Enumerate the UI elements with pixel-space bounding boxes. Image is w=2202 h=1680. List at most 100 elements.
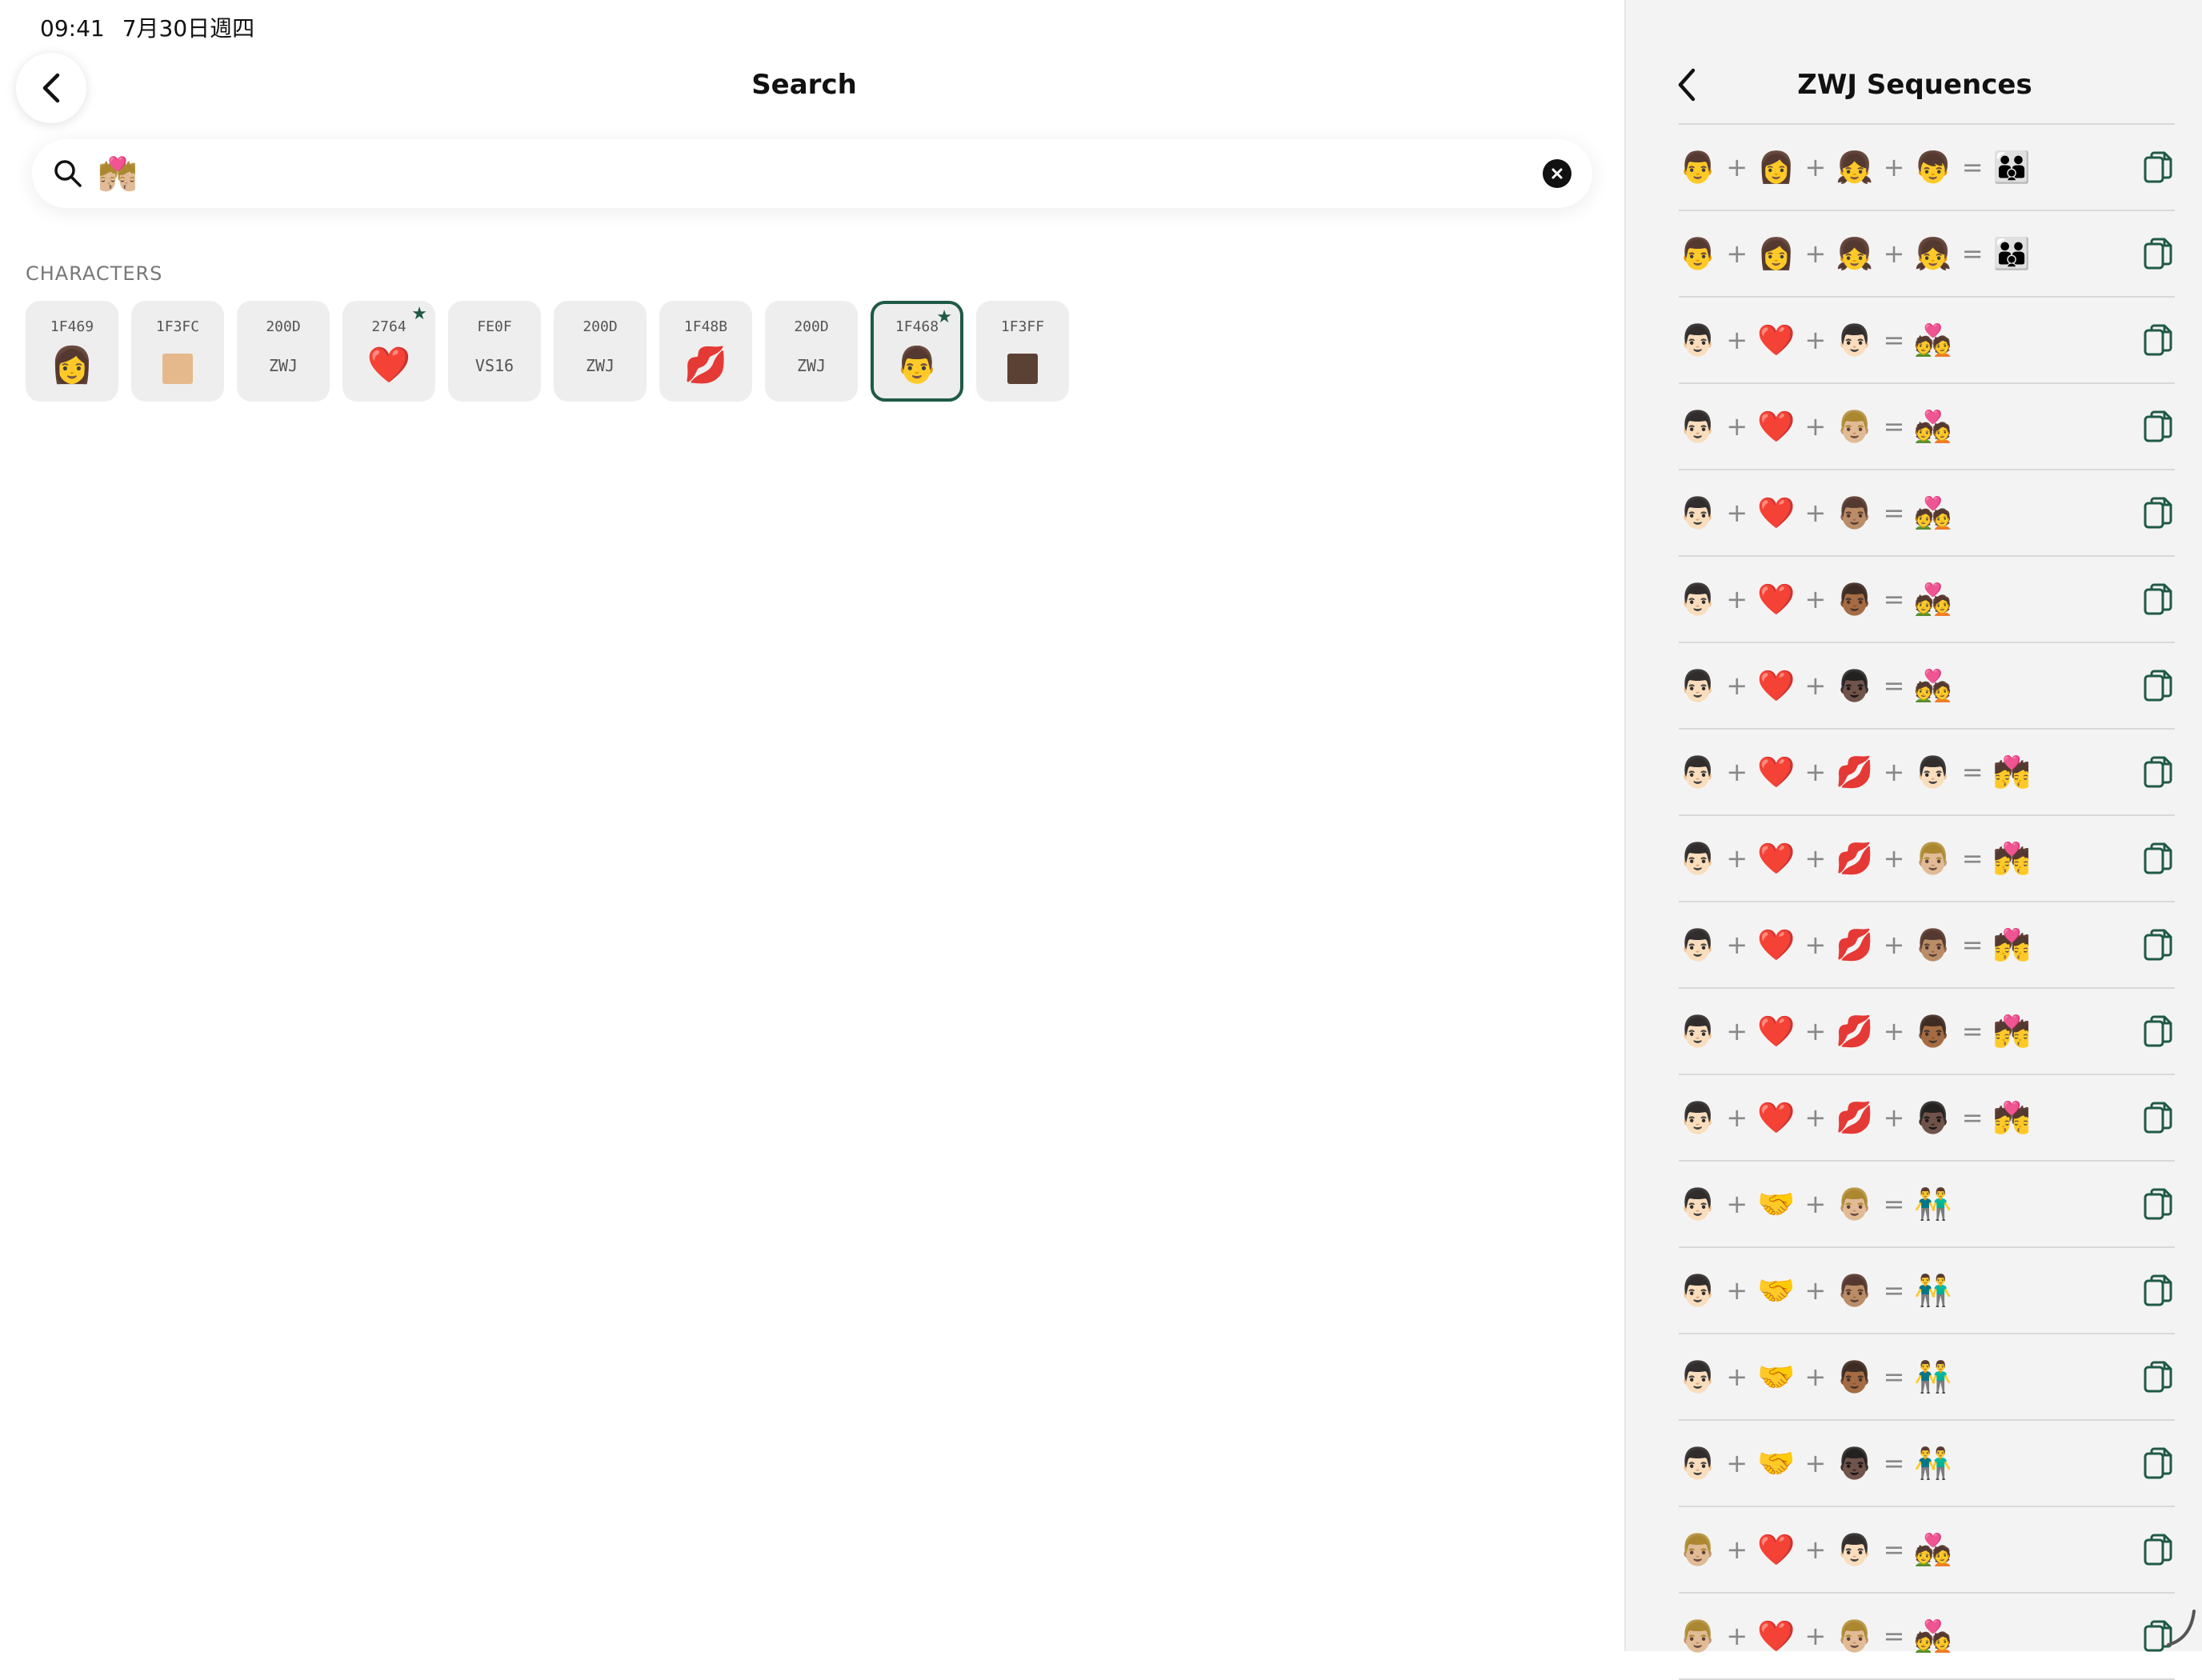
sequence-components: 👨🏻 + ❤️ + 👨🏼 = 💑 [1679,409,1952,444]
sequence-part: 💋 [1836,754,1874,790]
star-icon: ★ [411,304,427,324]
copy-button[interactable] [2143,1446,2173,1485]
sequence-row[interactable]: 👨🏻 + 🤝 + 👨🏽 = 👬 [1679,1248,2175,1334]
char-tile[interactable]: 1F469 👩 [26,301,118,402]
sequence-part: 💋 [1836,841,1874,876]
plus-operator: + [1804,670,1827,701]
copy-button[interactable] [2143,669,2173,707]
sequence-row[interactable]: 👨🏻 + 🤝 + 👨🏼 = 👬 [1679,1162,2175,1248]
copy-button[interactable] [2143,410,2173,448]
sequence-row[interactable]: 👨🏻 + ❤️ + 💋 + 👨🏽 = 💏 [1679,902,2175,989]
sequence-row[interactable]: 👨🏻 + ❤️ + 👨🏾 = 💑 [1679,557,2175,643]
sequence-row[interactable]: 👨🏻 + ❤️ + 👨🏿 = 💑 [1679,643,2175,730]
sequence-part: ❤️ [1757,841,1796,876]
sequence-row[interactable]: 👨🏼 + ❤️ + 👨🏻 = 💑 [1679,1507,2175,1594]
sequence-part: 🤝 [1757,1273,1796,1308]
plus-operator: + [1726,670,1748,701]
copy-button[interactable] [2143,928,2173,966]
sequence-result: 👬 [1914,1186,1952,1222]
copy-button[interactable] [2143,1533,2173,1571]
plus-operator: + [1804,1534,1827,1565]
char-tile[interactable]: 200D ZWJ [765,301,858,402]
char-glyph: ❤️ [366,345,411,386]
sequence-part: 👩 [1757,236,1796,271]
sequence-components: 👨🏼 + ❤️ + 👨🏼 = 💑 [1679,1618,1952,1654]
sequence-components: 👨🏻 + ❤️ + 👨🏽 = 💑 [1679,495,1952,530]
search-bar[interactable] [32,139,1592,208]
sequence-row[interactable]: 👨🏻 + ❤️ + 💋 + 👨🏼 = 💏 [1679,816,2175,902]
sequence-part: 👨🏾 [1914,1014,1952,1049]
sequence-row[interactable]: 👨🏻 + ❤️ + 💋 + 👨🏻 = 💏 [1679,730,2175,816]
close-icon [1551,168,1563,179]
char-tile[interactable]: 1F3FC [131,301,224,402]
char-tile[interactable]: 1F48B 💋 [659,301,752,402]
sequence-row[interactable]: 👨🏻 + ❤️ + 👨🏽 = 💑 [1679,470,2175,557]
copy-button[interactable] [2143,1014,2173,1053]
search-input[interactable] [96,154,1543,193]
char-tile[interactable]: 200D ZWJ [554,301,647,402]
char-tile[interactable]: ★ 2764 ❤️ [342,301,435,402]
sequence-components: 👨🏻 + 🤝 + 👨🏿 = 👬 [1679,1446,1952,1481]
sequence-part: 👨🏼 [1836,1618,1874,1654]
sequence-part: 👨🏻 [1679,582,1717,617]
copy-button[interactable] [2143,842,2173,880]
sequence-row[interactable]: 👨🏻 + 🤝 + 👨🏿 = 👬 [1679,1421,2175,1507]
sequence-components: 👨🏼 + ❤️ + 👨🏻 = 💑 [1679,1532,1952,1567]
char-label: VS16 [474,356,514,375]
skin-tone-swatch [1007,353,1038,384]
sequence-row[interactable]: 👨🏻 + ❤️ + 👨🏻 = 💑 [1679,298,2175,384]
sequence-components: 👨 + 👩 + 👧 + 👦 = 👪 [1679,150,2031,185]
sequence-row[interactable]: 👨🏼 + ❤️ + 👨🏼 = 💑 [1679,1594,2175,1680]
sequence-result: 💏 [1992,754,2031,790]
copy-button[interactable] [2143,237,2173,275]
copy-icon [2144,238,2172,270]
copy-button[interactable] [2143,1187,2173,1226]
char-label: ZWJ [268,356,298,375]
sequence-part: ❤️ [1757,1618,1796,1654]
sequence-part: ❤️ [1757,409,1796,444]
sequence-result: 💑 [1914,495,1952,530]
panel-title: ZWJ Sequences [1797,69,2032,101]
copy-icon [2144,929,2172,961]
sequence-part: 👨🏻 [1836,322,1874,358]
sequence-result: 💑 [1914,582,1952,617]
plus-operator: + [1726,930,1748,960]
sequence-components: 👨🏻 + 🤝 + 👨🏽 = 👬 [1679,1273,1952,1308]
sequence-result: 👬 [1914,1446,1952,1481]
sequence-row[interactable]: 👨🏻 + ❤️ + 💋 + 👨🏾 = 💏 [1679,989,2175,1075]
sequence-part: 👨🏻 [1679,1273,1717,1308]
sequence-row[interactable]: 👨 + 👩 + 👧 + 👧 = 👪 [1679,211,2175,298]
char-tile[interactable]: 1F3FF [976,301,1069,402]
copy-button[interactable] [2143,323,2173,362]
copy-button[interactable] [2143,755,2173,794]
char-tile-selected[interactable]: ★ 1F468 👨 [871,301,963,402]
char-code: 200D [794,318,829,335]
page-title: Search [751,69,857,101]
sequence-part: ❤️ [1757,754,1796,790]
copy-button[interactable] [2143,1274,2173,1312]
sequence-row[interactable]: 👨 + 👩 + 👧 + 👦 = 👪 [1679,123,2175,211]
sequence-row[interactable]: 👨🏻 + ❤️ + 👨🏼 = 💑 [1679,384,2175,470]
sequence-components: 👨🏻 + ❤️ + 💋 + 👨🏿 = 💏 [1679,1100,2031,1135]
char-tile[interactable]: 200D ZWJ [237,301,330,402]
sequence-components: 👨🏻 + ❤️ + 👨🏾 = 💑 [1679,582,1952,617]
copy-button[interactable] [2143,1101,2173,1139]
equals-operator: = [1961,843,1984,874]
plus-operator: + [1726,757,1748,787]
copy-button[interactable] [2143,582,2173,621]
sequence-row[interactable]: 👨🏻 + 🤝 + 👨🏾 = 👬 [1679,1334,2175,1421]
sequence-part: 👧 [1836,236,1874,271]
sequence-row[interactable]: 👨🏻 + ❤️ + 💋 + 👨🏿 = 💏 [1679,1075,2175,1162]
sequence-part: 🤝 [1757,1359,1796,1394]
copy-button[interactable] [2143,1360,2173,1398]
sequence-part: 👨🏻 [1836,1532,1874,1567]
copy-icon [2144,1534,2172,1566]
sequence-part: 👨🏻 [1679,1186,1717,1222]
char-glyph: 👨 [895,345,939,386]
sequence-part: 👨🏿 [1914,1100,1952,1135]
char-tile[interactable]: FE0F VS16 [448,301,541,402]
copy-button[interactable] [2143,496,2173,534]
copy-button[interactable] [2143,150,2173,189]
equals-operator: = [1883,1621,1905,1651]
clear-search-button[interactable] [1543,159,1571,188]
